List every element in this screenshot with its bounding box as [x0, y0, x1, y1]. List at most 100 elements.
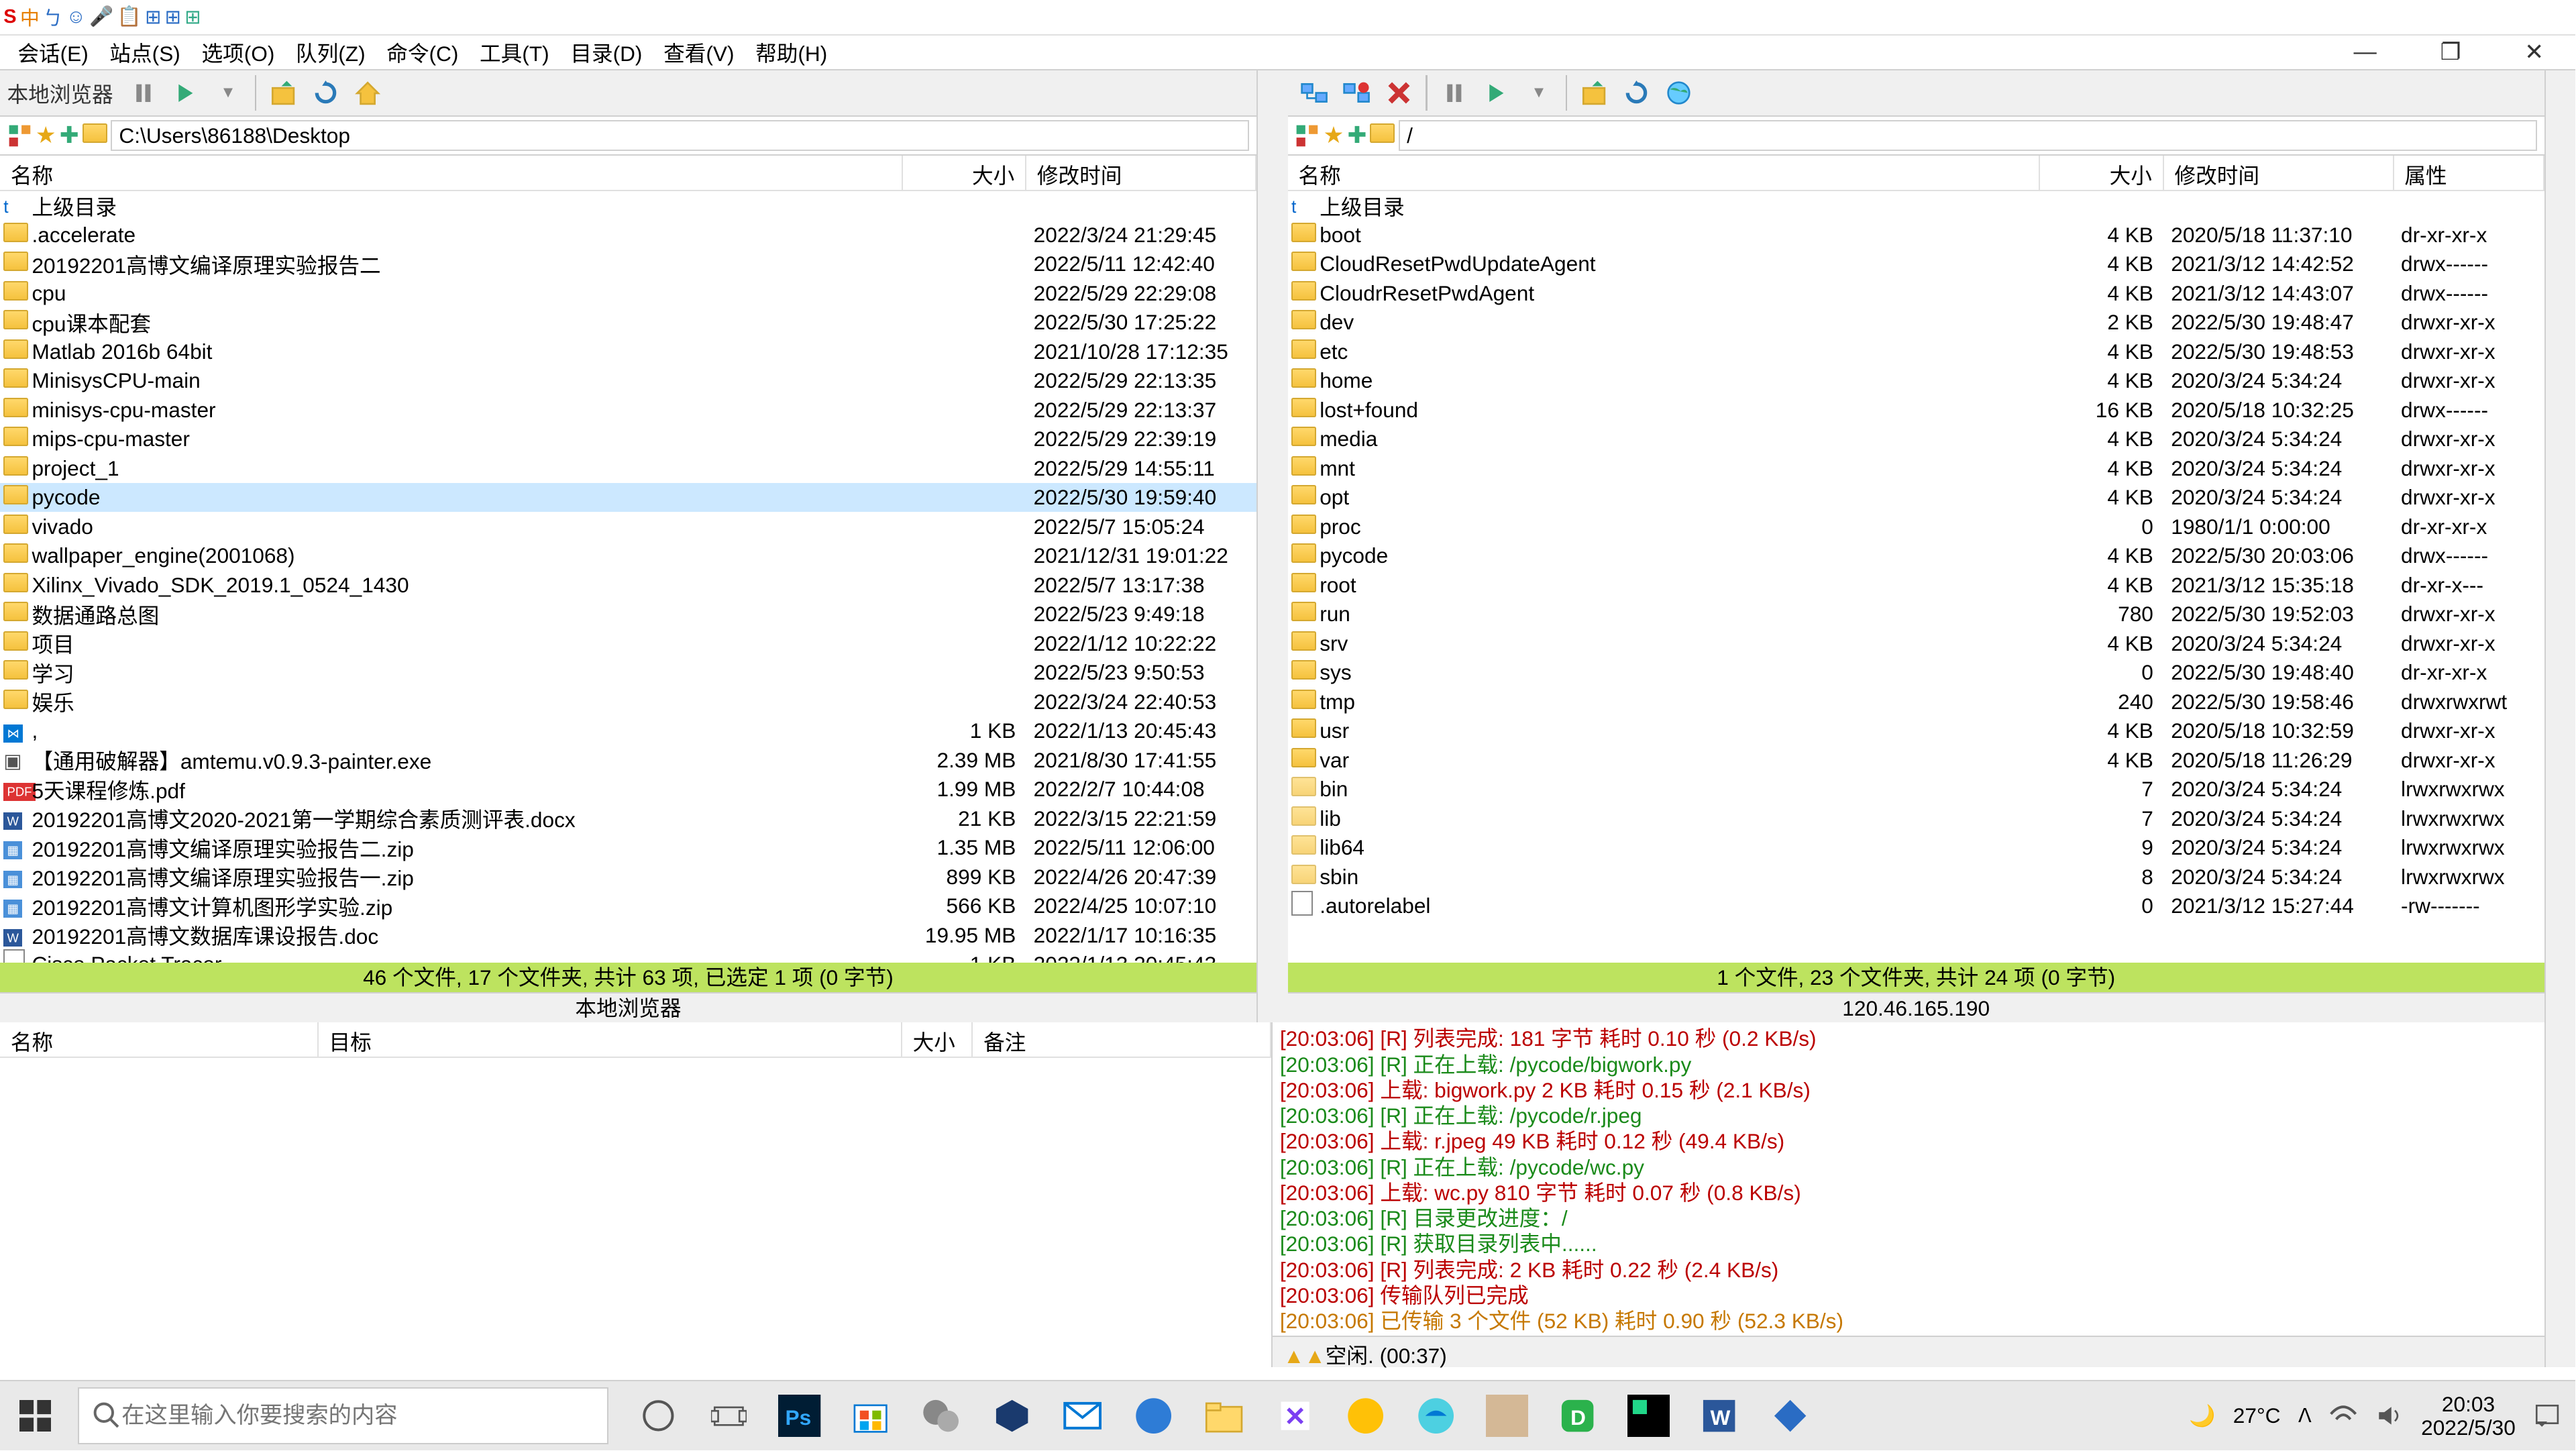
file-row[interactable]: Cisco Packet Tracer1 KB2022/1/13 20:45:4…	[0, 950, 1256, 963]
menu-session[interactable]: 会话(E)	[7, 34, 99, 72]
pycharm-icon[interactable]	[1620, 1387, 1676, 1444]
file-row[interactable]: .accelerate2022/3/24 21:29:45	[0, 220, 1256, 250]
col-date[interactable]: 修改时间	[1026, 156, 1256, 190]
word-icon[interactable]: W	[1691, 1387, 1748, 1444]
ime-clipboard-icon[interactable]: 📋	[117, 5, 142, 28]
remote-up-button[interactable]	[1574, 74, 1613, 113]
file-row[interactable]: ▦20192201高博文编译原理实验报告二.zip1.35 MB2022/5/1…	[0, 833, 1256, 863]
cortana-icon[interactable]	[630, 1387, 686, 1444]
file-row[interactable]: cpu课本配套2022/5/30 17:25:22	[0, 308, 1256, 337]
menu-sites[interactable]: 站点(S)	[99, 34, 191, 72]
home-button[interactable]	[348, 74, 387, 113]
ime-zhong-icon[interactable]: 中	[20, 3, 40, 31]
file-row[interactable]: W20192201高博文数据库课设报告.doc19.95 MB2022/1/17…	[0, 920, 1256, 950]
file-row[interactable]: sys02022/5/30 19:48:40dr-xr-xr-x	[1288, 658, 2544, 688]
ime-s-icon[interactable]: S	[3, 6, 16, 28]
tray-chevron-icon[interactable]: ᐱ	[2298, 1404, 2312, 1428]
mail-icon[interactable]	[1055, 1387, 1111, 1444]
app-green-d-icon[interactable]: D	[1550, 1387, 1606, 1444]
file-row[interactable]: sbin82020/3/24 5:34:24lrwxrwxrwx	[1288, 862, 2544, 892]
app-blue-icon[interactable]	[1125, 1387, 1181, 1444]
notification-icon[interactable]	[2533, 1402, 2561, 1430]
ime-grid2-icon[interactable]: ⊞	[165, 5, 181, 29]
file-row[interactable]: CloudResetPwdUpdateAgent4 KB2021/3/12 14…	[1288, 250, 2544, 279]
file-row[interactable]: etc4 KB2022/5/30 19:48:53drwxr-xr-x	[1288, 337, 2544, 366]
remote-pause-button[interactable]	[1435, 74, 1474, 113]
file-row[interactable]: 学习2022/5/23 9:50:53	[0, 658, 1256, 688]
file-row[interactable]: .autorelabel02021/3/12 15:27:44-rw------…	[1288, 892, 2544, 921]
file-row[interactable]: vivado2022/5/7 15:05:24	[0, 512, 1256, 541]
remote-file-list[interactable]: 名称 大小 修改时间 属性 t上级目录boot4 KB2020/5/18 11:…	[1288, 156, 2544, 963]
file-row[interactable]: usr4 KB2020/5/18 10:32:59drwxr-xr-x	[1288, 716, 2544, 746]
virtualbox-icon[interactable]	[983, 1387, 1040, 1444]
file-row[interactable]: CloudrResetPwdAgent4 KB2021/3/12 14:43:0…	[1288, 278, 2544, 308]
file-row[interactable]: srv4 KB2020/3/24 5:34:24drwxr-xr-x	[1288, 629, 2544, 658]
file-row[interactable]: PDF5天课程修炼.pdf1.99 MB2022/2/7 10:44:08	[0, 775, 1256, 804]
file-row[interactable]: ⋈,1 KB2022/1/13 20:45:43	[0, 716, 1256, 746]
weather-icon[interactable]: 🌙	[2189, 1403, 2215, 1428]
file-row[interactable]: minisys-cpu-master2022/5/29 22:13:37	[0, 395, 1256, 425]
remote-play-dropdown-icon[interactable]: ▼	[1519, 74, 1558, 113]
file-row[interactable]: project_12022/5/29 14:55:11	[0, 453, 1256, 483]
remote-path-input[interactable]: /	[1399, 120, 2538, 151]
qcol-target[interactable]: 目标	[319, 1022, 902, 1057]
col-name[interactable]: 名称	[1288, 156, 2040, 190]
file-row[interactable]: lost+found16 KB2020/5/18 10:32:25drwx---…	[1288, 395, 2544, 425]
ime-grid1-icon[interactable]: ⊞	[145, 5, 161, 29]
remote-refresh-button[interactable]	[1617, 74, 1656, 113]
file-row[interactable]: tmp2402022/5/30 19:58:46drwxrwxrwt	[1288, 687, 2544, 716]
menu-view[interactable]: 查看(V)	[653, 34, 745, 72]
col-size[interactable]: 大小	[2040, 156, 2164, 190]
app-yellow-icon[interactable]	[1337, 1387, 1393, 1444]
file-row[interactable]: Xilinx_Vivado_SDK_2019.1_0524_14302022/5…	[0, 570, 1256, 600]
file-row[interactable]: root4 KB2021/3/12 15:35:18dr-xr-x---	[1288, 570, 2544, 600]
menu-directory[interactable]: 目录(D)	[560, 34, 653, 72]
file-row[interactable]: lib72020/3/24 5:34:24lrwxrwxrwx	[1288, 804, 2544, 833]
ime-grid3-icon[interactable]: ⊞	[184, 5, 201, 29]
file-row[interactable]: bin72020/3/24 5:34:24lrwxrwxrwx	[1288, 775, 2544, 804]
file-row[interactable]: home4 KB2020/3/24 5:34:24drwxr-xr-x	[1288, 366, 2544, 396]
star-icon[interactable]: ★	[36, 122, 56, 149]
minimize-button[interactable]: —	[2343, 36, 2387, 70]
file-row[interactable]: Matlab 2016b 64bit2021/10/28 17:12:35	[0, 337, 1256, 366]
file-row[interactable]: mnt4 KB2020/3/24 5:34:24drwxr-xr-x	[1288, 453, 2544, 483]
pause-button[interactable]	[124, 74, 163, 113]
file-row[interactable]: W20192201高博文2020-2021第一学期综合素质测评表.docx21 …	[0, 804, 1256, 833]
qcol-remark[interactable]: 备注	[973, 1022, 1271, 1057]
menu-help[interactable]: 帮助(H)	[745, 34, 838, 72]
file-row[interactable]: 20192201高博文编译原理实验报告二2022/5/11 12:42:40	[0, 250, 1256, 279]
local-path-input[interactable]: C:\Users\86188\Desktop	[111, 120, 1250, 151]
file-row[interactable]: MinisysCPU-main2022/5/29 22:13:35	[0, 366, 1256, 396]
menu-commands[interactable]: 命令(C)	[376, 34, 469, 72]
file-row[interactable]: ▦20192201高博文计算机图形学实验.zip566 KB2022/4/25 …	[0, 892, 1256, 921]
search-input[interactable]	[121, 1403, 593, 1429]
wifi-icon[interactable]	[2329, 1403, 2357, 1428]
abort-button[interactable]	[1380, 74, 1419, 113]
col-date[interactable]: 修改时间	[2164, 156, 2394, 190]
remote-play-button[interactable]	[1477, 74, 1516, 113]
file-row[interactable]: lib6492020/3/24 5:34:24lrwxrwxrwx	[1288, 833, 2544, 863]
globe-button[interactable]	[1659, 74, 1698, 113]
volume-icon[interactable]	[2375, 1403, 2404, 1428]
photoshop-icon[interactable]: Ps	[771, 1387, 828, 1444]
edge-icon[interactable]	[1408, 1387, 1464, 1444]
add-bookmark-icon[interactable]: ✚	[60, 122, 79, 149]
ime-mic-icon[interactable]: 🎤	[89, 5, 113, 28]
file-row[interactable]: ▣【通用破解器】amtemu.v0.9.3-painter.exe2.39 MB…	[0, 745, 1256, 775]
file-row[interactable]: media4 KB2020/3/24 5:34:24drwxr-xr-x	[1288, 425, 2544, 454]
local-scrollbar[interactable]	[1258, 70, 1288, 1022]
up-button[interactable]	[264, 74, 303, 113]
file-row[interactable]: ▦20192201高博文编译原理实验报告一.zip899 KB2022/4/26…	[0, 862, 1256, 892]
menu-options[interactable]: 选项(O)	[191, 34, 286, 72]
taskbar-search[interactable]	[78, 1387, 608, 1444]
close-button[interactable]: ✕	[2514, 36, 2554, 70]
wechat-icon[interactable]	[913, 1387, 969, 1444]
start-button[interactable]	[0, 1381, 70, 1451]
col-name[interactable]: 名称	[0, 156, 903, 190]
app-purple-icon[interactable]	[1267, 1387, 1323, 1444]
ime-punct-icon[interactable]: ㄅ	[43, 3, 62, 31]
msstore-icon[interactable]	[842, 1387, 898, 1444]
col-attr[interactable]: 属性	[2394, 156, 2544, 190]
local-file-list[interactable]: 名称 大小 修改时间 t上级目录.accelerate2022/3/24 21:…	[0, 156, 1256, 963]
parent-dir-row[interactable]: t上级目录	[1288, 191, 2544, 221]
